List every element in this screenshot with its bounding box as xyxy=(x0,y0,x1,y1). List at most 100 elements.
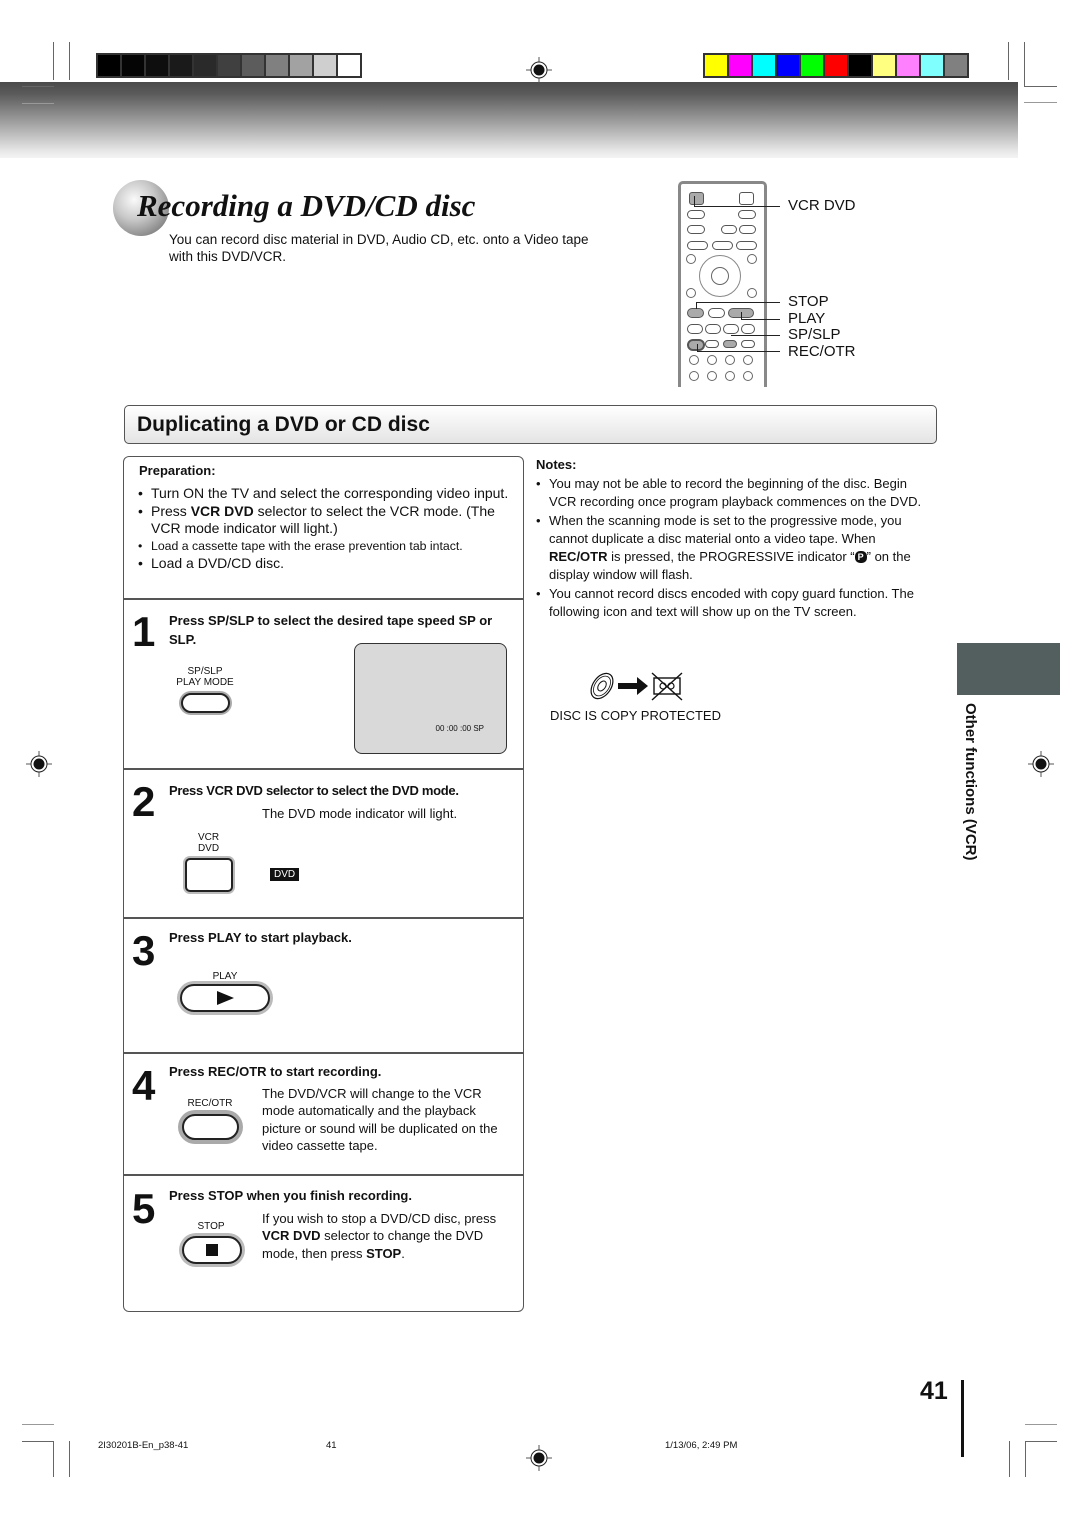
arrow-icon xyxy=(618,677,648,695)
play-icon xyxy=(217,991,234,1005)
item-text: Turn ON the TV and select the correspond… xyxy=(151,485,509,501)
play-button[interactable] xyxy=(180,984,270,1012)
step-number: 2 xyxy=(132,778,156,825)
crop-mark xyxy=(1009,1441,1010,1477)
crop-mark xyxy=(1025,1424,1057,1425)
body-text: . xyxy=(401,1245,405,1261)
remote-button xyxy=(723,324,739,334)
stop-remote-button xyxy=(687,308,704,318)
button-caption: PLAY xyxy=(212,971,238,982)
remote-button xyxy=(739,225,756,234)
crossed-cassette-icon xyxy=(651,672,683,701)
step-heading: Press REC/OTR to start recording. xyxy=(169,1064,382,1079)
rec-otr-button[interactable] xyxy=(182,1114,239,1140)
crop-mark xyxy=(53,1441,54,1477)
caption-line: PLAY MODE xyxy=(176,677,234,688)
stop-button[interactable] xyxy=(182,1236,242,1264)
disc-icon xyxy=(590,672,614,700)
caption-line: SP/SLP xyxy=(187,666,223,677)
step-number: 5 xyxy=(132,1185,156,1232)
remote-button xyxy=(747,288,757,298)
leader-line xyxy=(731,335,780,336)
remote-button xyxy=(705,324,721,334)
page-number: 41 xyxy=(920,1377,948,1405)
chapter-tab xyxy=(957,643,1060,695)
remote-button xyxy=(708,308,725,318)
vcr-dvd-remote-button xyxy=(689,192,704,205)
item-text: Load a DVD/CD disc. xyxy=(151,555,285,571)
crop-mark xyxy=(22,103,54,104)
remote-button xyxy=(725,371,735,381)
remote-label-rec-otr: REC/OTR xyxy=(788,343,856,360)
footer-page: 41 xyxy=(326,1440,337,1451)
registration-mark-icon xyxy=(26,751,52,777)
calibration-swatch xyxy=(849,55,871,76)
sp-slp-button[interactable] xyxy=(181,693,230,713)
step-number: 4 xyxy=(132,1062,156,1109)
remote-button xyxy=(689,355,699,365)
step-body: The DVD/VCR will change to the VCR mode … xyxy=(262,1086,498,1153)
caption-line: DVD xyxy=(197,843,220,854)
calibration-swatch xyxy=(729,55,751,76)
calibration-swatch xyxy=(170,55,192,76)
calibration-swatch xyxy=(242,55,264,76)
leader-line xyxy=(694,206,780,207)
progressive-indicator-icon: P xyxy=(854,551,867,564)
remote-label-vcr-dvd: VCR DVD xyxy=(788,197,856,214)
calibration-swatch xyxy=(945,55,967,76)
step-heading: Press STOP when you finish recording. xyxy=(169,1188,412,1203)
tv-screen-illustration: 00 :00 :00 SP xyxy=(354,643,507,754)
footer-filename: 2I30201B-En_p38-41 xyxy=(98,1440,189,1451)
remote-button xyxy=(739,192,754,205)
notes-list: You may not be able to record the beginn… xyxy=(536,475,931,621)
step-body: The DVD mode indicator will light. xyxy=(262,806,458,821)
step-heading: Press VCR DVD selector to select the DVD… xyxy=(169,783,459,798)
crop-mark xyxy=(22,1441,54,1442)
chapter-tab-label: Other functions (VCR) xyxy=(962,703,979,861)
footer-timestamp: 1/13/06, 2:49 PM xyxy=(665,1440,738,1451)
crop-mark xyxy=(1025,1441,1026,1477)
remote-button xyxy=(738,210,756,219)
grayscale-calibration-bar xyxy=(96,53,362,78)
step-heading: Press PLAY to start playback. xyxy=(169,930,352,945)
remote-button xyxy=(736,241,757,250)
crop-mark xyxy=(69,42,70,80)
remote-button xyxy=(747,254,757,264)
remote-button xyxy=(707,371,717,381)
copy-protected-icon xyxy=(590,672,683,701)
remote-button xyxy=(687,210,705,219)
calibration-swatch xyxy=(777,55,799,76)
intro-text: You can record disc material in DVD, Aud… xyxy=(169,232,589,264)
calibration-swatch xyxy=(194,55,216,76)
note-item: You may not be able to record the beginn… xyxy=(536,475,931,512)
step-number: 3 xyxy=(132,927,156,974)
page-title: Recording a DVD/CD disc xyxy=(137,188,476,223)
button-caption: SP/SLP PLAY MODE xyxy=(169,666,241,688)
remote-button xyxy=(707,355,717,365)
remote-button xyxy=(687,241,708,250)
preparation-item: Press VCR DVD selector to select the VCR… xyxy=(138,503,518,537)
step-divider xyxy=(124,1052,523,1054)
body-bold-text: VCR DVD xyxy=(262,1228,321,1244)
calibration-swatch xyxy=(705,55,727,76)
registration-mark-icon xyxy=(526,57,552,83)
item-bold-text: VCR DVD xyxy=(190,503,254,519)
leader-line xyxy=(696,302,697,309)
vcr-dvd-button[interactable] xyxy=(185,858,233,892)
note-text: When the scanning mode is set to the pro… xyxy=(549,512,902,546)
remote-button xyxy=(743,355,753,365)
crop-mark xyxy=(1008,42,1009,80)
button-caption: REC/OTR xyxy=(187,1098,233,1109)
remote-label-play: PLAY xyxy=(788,310,826,327)
body-text: If you wish to stop a DVD/CD disc, press xyxy=(262,1211,497,1226)
crop-mark xyxy=(1024,102,1057,103)
leader-line xyxy=(697,351,780,352)
step-number: 1 xyxy=(132,608,156,655)
note-text: is pressed, the PROGRESSIVE indicator “ xyxy=(607,549,855,565)
note-item: You cannot record discs encoded with cop… xyxy=(536,585,931,622)
calibration-swatch xyxy=(801,55,823,76)
calibration-swatch xyxy=(873,55,895,76)
preparation-item: Turn ON the TV and select the correspond… xyxy=(138,485,518,502)
note-text: You may not be able to record the beginn… xyxy=(549,476,922,510)
section-header: Duplicating a DVD or CD disc xyxy=(124,405,937,444)
